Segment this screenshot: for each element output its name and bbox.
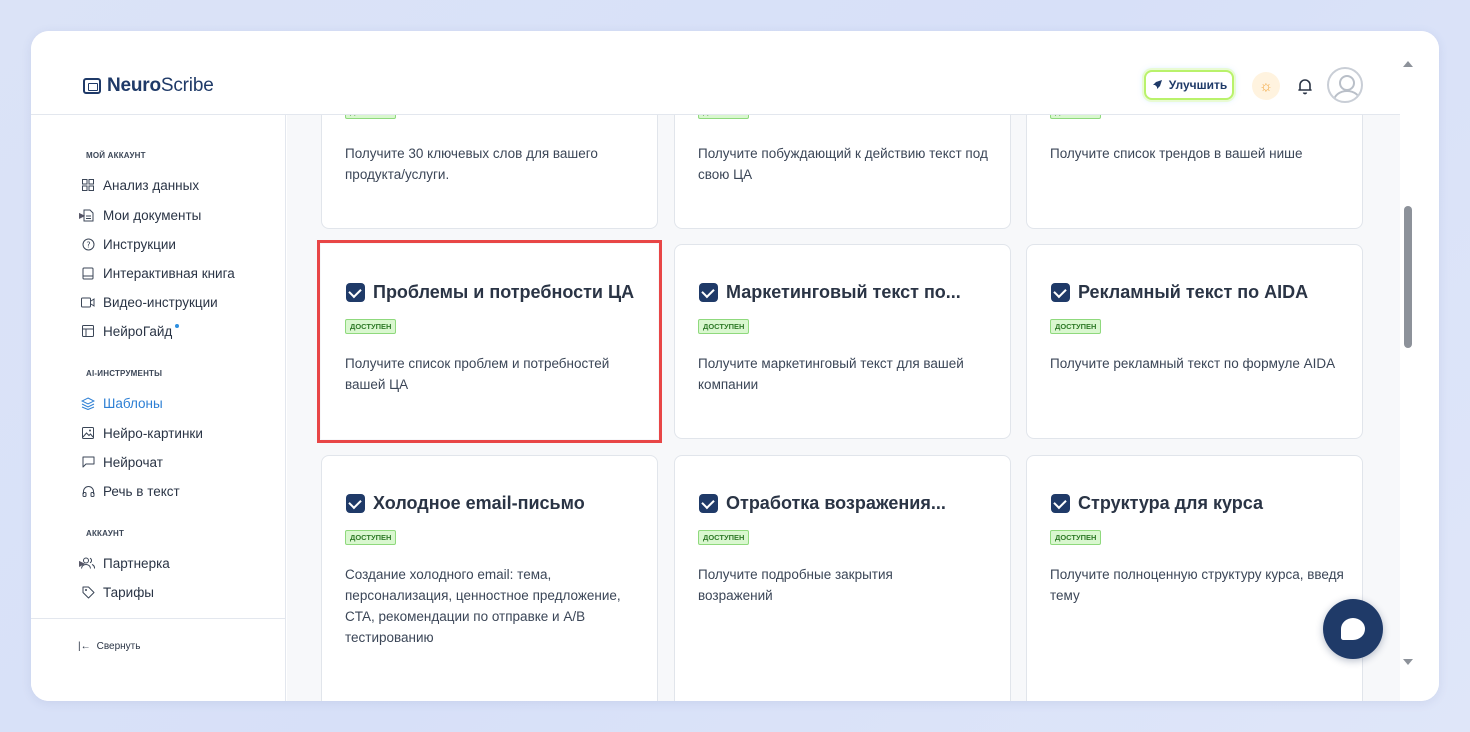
sidebar-item-partners[interactable]: ▶ Партнерка	[79, 552, 170, 574]
card-title: Маркетинговый текст по...	[699, 282, 961, 303]
sidebar-item-neuro-images[interactable]: Нейро-картинки	[81, 422, 203, 444]
scrollbar-thumb[interactable]	[1404, 206, 1412, 348]
card-description: Получите список трендов в вашей нише	[1050, 146, 1303, 161]
app-window: NeuroScribe Улучшить ☼ МОЙ АККАУНТ Анали…	[31, 31, 1439, 701]
collapse-left-icon: |←	[78, 641, 91, 652]
sidebar: МОЙ АККАУНТ Анализ данных ▶ Мои документ…	[31, 115, 286, 701]
card-description: Получите побуждающий к действию текст по…	[698, 146, 988, 182]
card-description: Получите полноценную структуру курса, вв…	[1050, 567, 1344, 603]
sidebar-item-neurochat[interactable]: Нейрочат	[81, 451, 163, 473]
card-title: Структура для курса	[1051, 493, 1263, 514]
template-card-aida[interactable]: Рекламный текст по AIDA ДОСТУПЕН Получит…	[1026, 244, 1363, 439]
status-badge: ДОСТУПЕН	[1050, 115, 1102, 119]
template-card[interactable]: ДОСТУПЕН Получите побуждающий к действию…	[674, 115, 1011, 229]
status-badge: ДОСТУПЕН	[345, 530, 397, 545]
status-badge: ДОСТУПЕН	[698, 115, 750, 119]
top-header: NeuroScribe Улучшить ☼	[31, 31, 1400, 115]
card-description: Получите подробные закрытия возражений	[698, 567, 893, 603]
svg-text:?: ?	[86, 240, 90, 249]
rocket-icon	[1152, 80, 1162, 89]
video-icon	[81, 295, 95, 309]
card-description: Получите рекламный текст по формуле AIDA	[1050, 356, 1336, 371]
template-card-course-structure[interactable]: Структура для курса ДОСТУПЕН Получите по…	[1026, 455, 1363, 701]
status-badge: ДОСТУПЕН	[345, 115, 397, 119]
sidebar-item-speech-to-text[interactable]: Речь в текст	[81, 480, 180, 502]
theme-toggle-sun-icon[interactable]: ☼	[1252, 72, 1280, 100]
checkbox-icon	[346, 283, 365, 302]
checkbox-icon	[1051, 283, 1070, 302]
checkbox-icon	[699, 494, 718, 513]
sidebar-item-instructions[interactable]: ? Инструкции	[81, 233, 176, 255]
collapse-area: |← Свернуть	[31, 618, 285, 701]
checkbox-icon	[1051, 494, 1070, 513]
notification-bell-icon[interactable]	[1291, 72, 1319, 100]
card-title: Холодное email-письмо	[346, 493, 585, 514]
user-avatar[interactable]	[1327, 67, 1363, 103]
status-badge: ДОСТУПЕН	[1050, 319, 1102, 334]
status-badge: ДОСТУПЕН	[698, 530, 750, 545]
sidebar-item-interactive-book[interactable]: Интерактивная книга	[81, 262, 235, 284]
checkbox-icon	[699, 283, 718, 302]
status-badge: ДОСТУПЕН	[345, 319, 397, 334]
card-description: Получите маркетинговый текст для вашей к…	[698, 356, 964, 392]
caret-right-icon: ▶	[79, 558, 86, 568]
logo-text: NeuroScribe	[107, 75, 214, 96]
sidebar-item-data-analysis[interactable]: Анализ данных	[81, 174, 199, 196]
card-title: Отработка возражения...	[699, 493, 946, 514]
grid-icon	[81, 178, 95, 192]
sidebar-item-templates[interactable]: Шаблоны	[81, 392, 163, 414]
status-badge: ДОСТУПЕН	[1050, 530, 1102, 545]
chat-icon	[81, 455, 95, 469]
templates-grid: ДОСТУПЕН Получите 30 ключевых слов для в…	[287, 115, 1400, 701]
image-icon	[81, 426, 95, 440]
help-circle-icon: ?	[81, 237, 95, 251]
page-scrollbar[interactable]	[1400, 31, 1439, 701]
tag-icon	[81, 585, 95, 599]
template-card[interactable]: ДОСТУПЕН Получите 30 ключевых слов для в…	[321, 115, 658, 229]
chat-bubble-icon	[1341, 618, 1365, 640]
card-description: Получите список проблем и потребностей в…	[345, 356, 610, 392]
sidebar-item-video-instructions[interactable]: Видео-инструкции	[81, 291, 218, 313]
headphones-icon	[81, 484, 95, 498]
template-card-cold-email[interactable]: Холодное email-письмо ДОСТУПЕН Создание …	[321, 455, 658, 701]
scroll-down-arrow-icon[interactable]	[1403, 659, 1413, 665]
upgrade-button[interactable]: Улучшить	[1144, 70, 1234, 100]
template-card-problems-needs[interactable]: Проблемы и потребности ЦА ДОСТУПЕН Получ…	[317, 240, 662, 443]
layers-icon	[81, 396, 95, 410]
section-title-my-account: МОЙ АККАУНТ	[86, 151, 146, 160]
card-title: Проблемы и потребности ЦА	[346, 282, 634, 303]
logo-icon	[83, 78, 101, 94]
section-title-ai-tools: AI-ИНСТРУМЕНТЫ	[86, 369, 163, 378]
caret-right-icon: ▶	[79, 210, 86, 220]
sidebar-item-neuroguide[interactable]: НейроГайд	[81, 320, 180, 342]
sidebar-item-my-documents[interactable]: ▶ Мои документы	[79, 204, 201, 226]
section-title-account: АККАУНТ	[86, 529, 125, 538]
collapse-sidebar-button[interactable]: |← Свернуть	[78, 641, 140, 652]
template-card-marketing-text[interactable]: Маркетинговый текст по... ДОСТУПЕН Получ…	[674, 244, 1011, 439]
new-indicator-dot	[175, 324, 180, 328]
scroll-up-arrow-icon[interactable]	[1403, 61, 1413, 67]
status-badge: ДОСТУПЕН	[698, 319, 750, 334]
checkbox-icon	[346, 494, 365, 513]
card-title: Рекламный текст по AIDA	[1051, 282, 1308, 303]
card-description: Создание холодного email: тема, персонал…	[345, 567, 621, 645]
template-card-objections[interactable]: Отработка возражения... ДОСТУПЕН Получит…	[674, 455, 1011, 701]
guide-icon	[81, 324, 95, 338]
logo[interactable]: NeuroScribe	[83, 75, 214, 97]
card-description: Получите 30 ключевых слов для вашего про…	[345, 146, 598, 182]
sidebar-item-tariffs[interactable]: Тарифы	[81, 581, 154, 603]
support-chat-button[interactable]	[1323, 599, 1383, 659]
template-card[interactable]: ДОСТУПЕН Получите список трендов в вашей…	[1026, 115, 1363, 229]
book-icon	[81, 266, 95, 280]
